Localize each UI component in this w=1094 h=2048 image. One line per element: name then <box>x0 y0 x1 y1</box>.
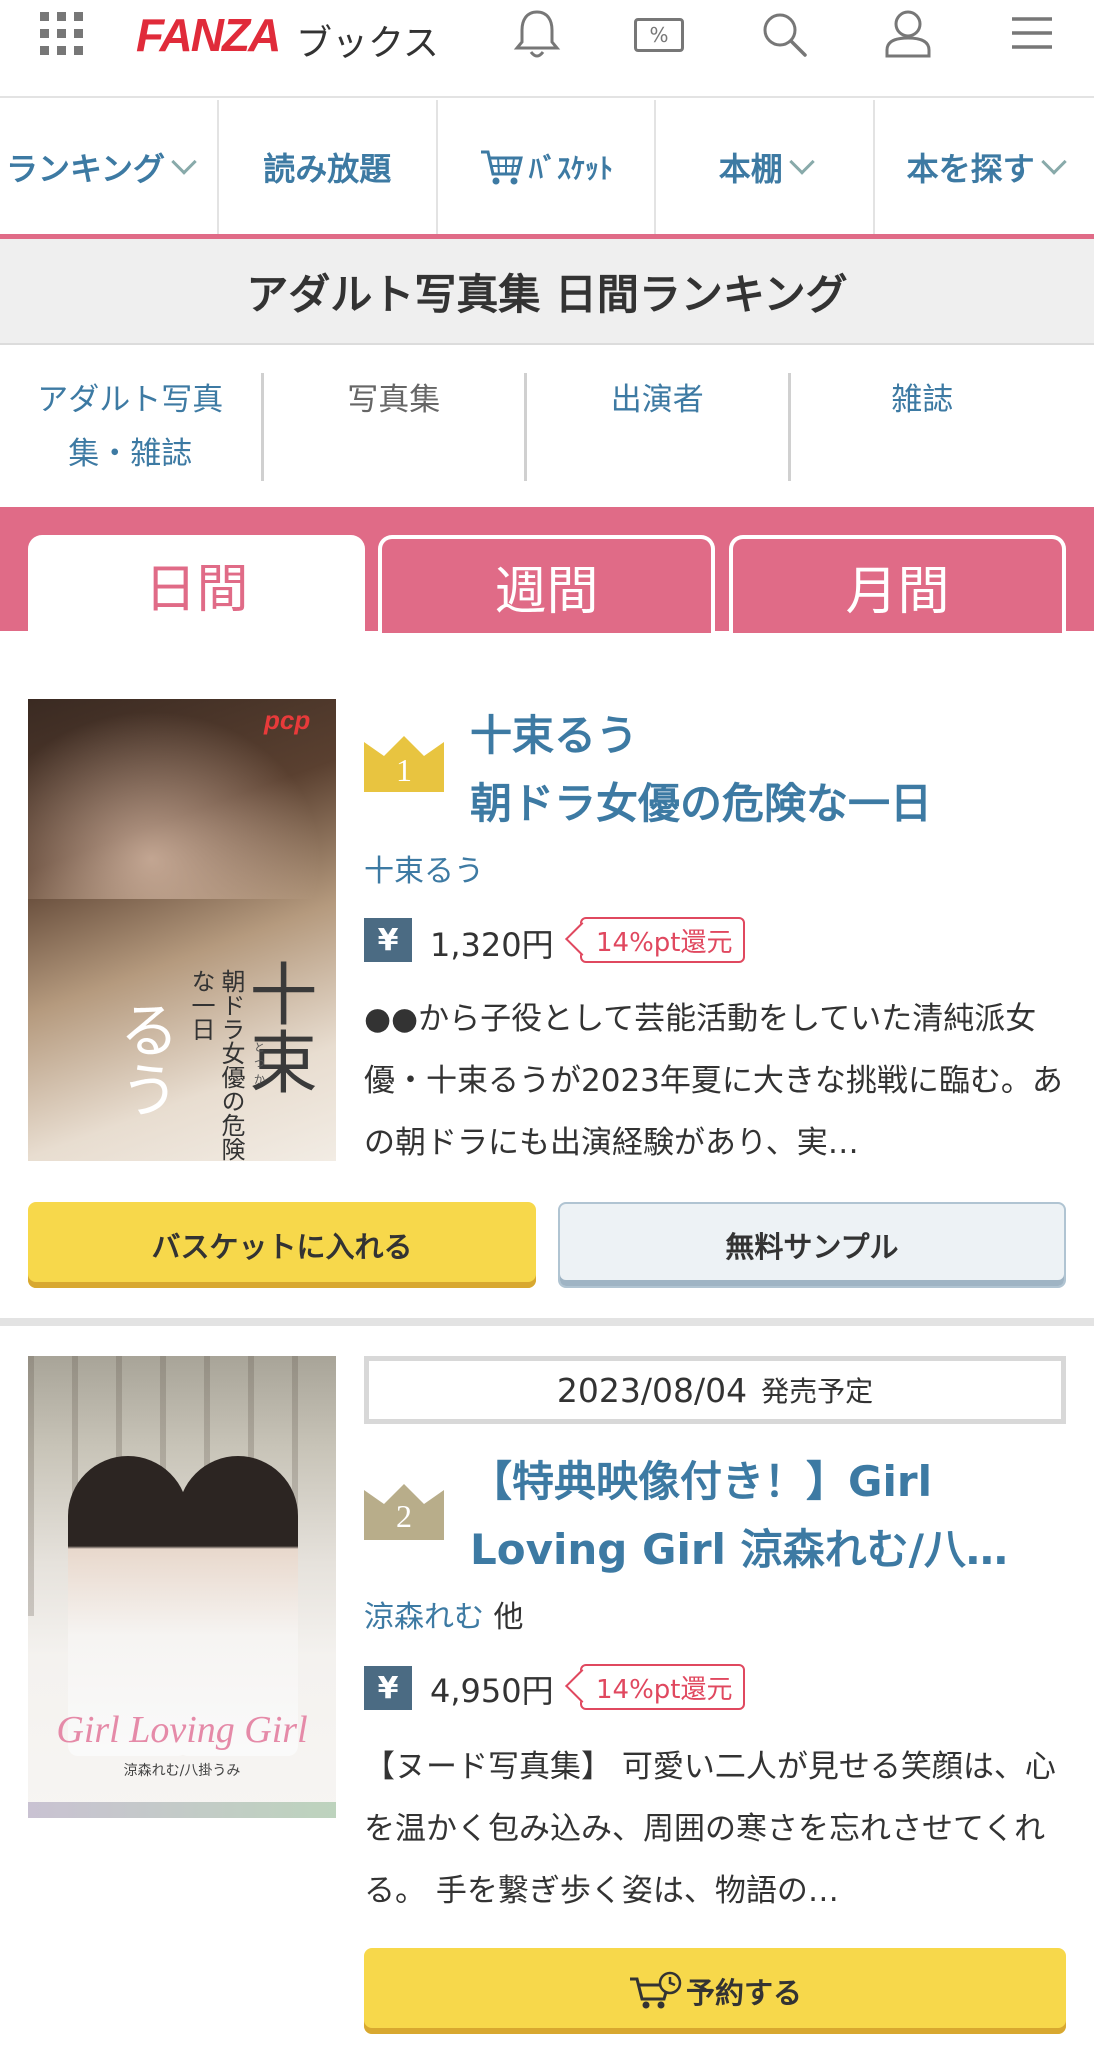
points-badge: 14%pt還元 <box>580 917 745 963</box>
item-description: ●●から子役として芸能活動をしていた清純派女優・十束るうが2023年夏に大きな挑… <box>364 1001 1063 1161</box>
hamburger-icon[interactable] <box>1010 14 1054 54</box>
category-tab-adult-photo-magazine[interactable]: アダルト写真集・雑誌 <box>0 373 264 481</box>
points-label: 14%pt還元 <box>596 1674 733 1705</box>
points-label: 14%pt還元 <box>596 927 733 958</box>
cover-names: 涼森れむ/八掛うみ <box>123 1763 241 1779</box>
cover-name-ruby: とつか <box>254 1041 265 1086</box>
book-cover-1[interactable]: pcp 朝ドラ女優の危険な一日 十束 とつか るう <box>28 699 336 1161</box>
category-label: アダルト写真集・雑誌 <box>37 382 224 472</box>
reserve-button[interactable]: 予約する <box>364 1948 1066 2034</box>
cover-footer-band <box>28 1802 336 1818</box>
cart-icon <box>480 150 523 185</box>
tab-label: 日間 <box>144 559 249 620</box>
cover-name-small: るう <box>109 999 179 1119</box>
category-label: 写真集 <box>347 382 441 418</box>
main-nav: ランキング 読み放題 ﾊﾞｽｹｯﾄ 本棚 本を探す <box>0 100 1094 234</box>
category-tab-magazine[interactable]: 雑誌 <box>791 373 1055 481</box>
category-tab-performer[interactable]: 出演者 <box>527 373 791 481</box>
item-title[interactable]: 【特典映像付き！】Girl Loving Girl 涼森れむ/八… <box>470 1448 1070 1584</box>
nav-bookshelf[interactable]: 本棚 <box>656 100 876 234</box>
nav-bookshelf-label: 本棚 <box>718 150 783 188</box>
tab-weekly[interactable]: 週間 <box>378 535 715 633</box>
category-label: 雑誌 <box>891 382 954 418</box>
books-label[interactable]: ブックス <box>296 14 439 66</box>
nav-basket[interactable]: ﾊﾞｽｹｯﾄ <box>438 100 657 234</box>
free-sample-button[interactable]: 無料サンプル <box>558 1202 1066 1288</box>
release-suffix: 発売予定 <box>761 1375 874 1408</box>
category-label: 出演者 <box>610 382 704 418</box>
add-to-basket-button[interactable]: バスケットに入れる <box>28 1202 536 1288</box>
item-price: 1,320円 <box>430 926 554 964</box>
rank-number: 2 <box>396 1498 412 1534</box>
reserve-label: 予約する <box>685 1976 802 2010</box>
item-price: 4,950円 <box>430 1672 554 1710</box>
nav-unlimited[interactable]: 読み放題 <box>219 100 438 234</box>
release-date-box: 2023/08/04 発売予定 <box>364 1356 1066 1424</box>
author-link[interactable]: 涼森れむ <box>364 1600 484 1635</box>
nav-search-books[interactable]: 本を探す <box>875 100 1094 234</box>
period-tabs: 日間 週間 月間 <box>0 507 1094 633</box>
rank-number: 1 <box>396 752 412 788</box>
author-others: 他 <box>493 1600 524 1635</box>
nav-ranking-label: ランキング <box>6 150 166 188</box>
chevron-down-icon <box>171 149 197 175</box>
item-author[interactable]: 十束るう <box>364 846 484 890</box>
top-header: FANZA ブックス % <box>0 0 1094 98</box>
tab-monthly[interactable]: 月間 <box>729 535 1066 633</box>
chevron-down-icon <box>1040 149 1067 175</box>
chevron-down-icon <box>789 149 815 175</box>
category-tabs: アダルト写真集・雑誌 写真集 出演者 雑誌 <box>0 347 1094 507</box>
item-description: 【ヌード写真集】 可愛い二人が見せる笑顔は、心を温かく包み込み、周囲の寒さを忘れ… <box>364 1749 1056 1909</box>
yen-icon: ¥ <box>364 918 412 962</box>
release-date: 2023/08/04 <box>556 1370 748 1410</box>
search-icon[interactable] <box>760 10 808 58</box>
page-title: アダルト写真集 日間ランキング <box>0 239 1094 345</box>
nav-unlimited-label: 読み放題 <box>263 150 392 188</box>
cover-title: Girl Loving Girl <box>56 1709 308 1751</box>
points-badge: 14%pt還元 <box>580 1664 745 1710</box>
nav-search-books-label: 本を探す <box>906 150 1035 188</box>
tab-daily[interactable]: 日間 <box>28 535 365 633</box>
coupon-icon[interactable]: % <box>634 18 684 52</box>
book-cover-2[interactable]: Girl Loving Girl 涼森れむ/八掛うみ <box>28 1356 336 1818</box>
item-author[interactable]: 涼森れむ 他 <box>364 1592 524 1636</box>
item-divider <box>0 1318 1094 1326</box>
nav-basket-label: ﾊﾞｽｹｯﾄ <box>528 152 613 185</box>
author-link[interactable]: 十束るう <box>364 854 484 889</box>
bell-icon[interactable] <box>512 8 562 60</box>
tab-label: 週間 <box>494 561 599 622</box>
grid-menu-icon[interactable] <box>38 10 86 58</box>
fanza-logo[interactable]: FANZA <box>136 8 281 62</box>
tab-label: 月間 <box>845 561 950 622</box>
reserve-cart-icon <box>629 1971 682 2009</box>
item-title[interactable]: 十束るう 朝ドラ女優の危険な一日 <box>470 702 1070 838</box>
yen-icon: ¥ <box>364 1666 412 1710</box>
category-tab-photobook[interactable]: 写真集 <box>264 373 527 481</box>
cover-publisher-logo: pcp <box>264 705 311 735</box>
nav-ranking[interactable]: ランキング <box>0 100 219 234</box>
user-icon[interactable] <box>884 8 932 58</box>
